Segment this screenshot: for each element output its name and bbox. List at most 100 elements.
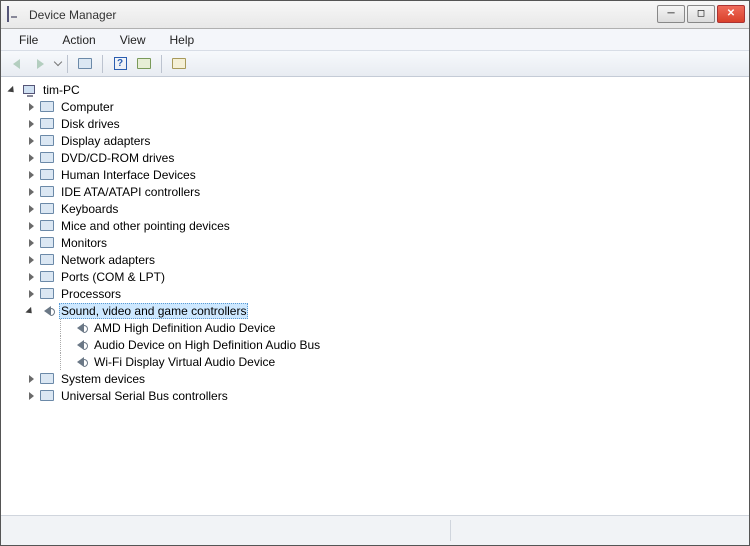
window-title: Device Manager (29, 8, 655, 22)
tree-category[interactable]: Computer (7, 98, 749, 115)
tree-category[interactable]: Ports (COM & LPT) (7, 268, 749, 285)
tree-category[interactable]: Disk drives (7, 115, 749, 132)
tree-category[interactable]: DVD/CD-ROM drives (7, 149, 749, 166)
menu-help[interactable]: Help (160, 31, 205, 49)
expander-icon[interactable] (25, 118, 37, 130)
scan-icon (137, 58, 151, 69)
tree-device-label: AMD High Definition Audio Device (92, 321, 277, 335)
expander-icon[interactable] (25, 186, 37, 198)
computer-icon (21, 82, 37, 98)
category-icon (39, 150, 55, 166)
tree-device-label: Audio Device on High Definition Audio Bu… (92, 338, 322, 352)
category-icon (39, 269, 55, 285)
category-icon (39, 167, 55, 183)
tree-category[interactable]: Human Interface Devices (7, 166, 749, 183)
toolbar: ? (1, 51, 749, 77)
tree-category-label: Universal Serial Bus controllers (59, 389, 230, 403)
speaker-icon (72, 320, 88, 336)
expander-icon[interactable] (25, 135, 37, 147)
maximize-button[interactable]: ◻ (687, 5, 715, 23)
toolbar-separator (67, 55, 68, 73)
expander-icon[interactable] (25, 271, 37, 283)
tree-category-label: Display adapters (59, 134, 152, 148)
arrow-right-icon (37, 59, 44, 69)
title-bar: Device Manager ─ ◻ ✕ (1, 1, 749, 29)
help-icon: ? (114, 57, 127, 70)
tree-category-label: Sound, video and game controllers (59, 303, 248, 319)
tree-category-label: IDE ATA/ATAPI controllers (59, 185, 202, 199)
nav-forward-button[interactable] (29, 53, 51, 75)
tree-category[interactable]: Mice and other pointing devices (7, 217, 749, 234)
category-icon (39, 99, 55, 115)
scan-hardware-button[interactable] (133, 53, 155, 75)
properties-icon (172, 58, 186, 69)
expander-icon[interactable] (25, 169, 37, 181)
expander-icon[interactable] (7, 84, 19, 96)
speaker-icon (72, 354, 88, 370)
device-tree[interactable]: tim-PC Computer Disk drives Display adapte… (1, 77, 749, 510)
expander-icon[interactable] (25, 373, 37, 385)
tree-device[interactable]: Audio Device on High Definition Audio Bu… (7, 336, 749, 353)
expander-icon[interactable] (25, 390, 37, 402)
expander-icon[interactable] (25, 220, 37, 232)
category-icon (39, 371, 55, 387)
tree-category[interactable]: Network adapters (7, 251, 749, 268)
category-icon (39, 286, 55, 302)
tree-category-label: Keyboards (59, 202, 120, 216)
expander-icon[interactable] (25, 101, 37, 113)
category-icon (39, 201, 55, 217)
tree-line (60, 353, 72, 370)
toolbar-separator (102, 55, 103, 73)
tree-category[interactable]: Keyboards (7, 200, 749, 217)
tree-category[interactable]: IDE ATA/ATAPI controllers (7, 183, 749, 200)
tree-category[interactable]: Sound, video and game controllers (7, 302, 749, 319)
speaker-icon (72, 337, 88, 353)
tree-category[interactable]: Monitors (7, 234, 749, 251)
nav-back-button[interactable] (5, 53, 27, 75)
window-controls: ─ ◻ ✕ (655, 5, 745, 25)
show-hidden-button[interactable] (74, 53, 96, 75)
category-icon (39, 184, 55, 200)
tree-root[interactable]: tim-PC (7, 81, 749, 98)
toolbar-separator (161, 55, 162, 73)
app-icon (7, 7, 23, 23)
tree-category-label: DVD/CD-ROM drives (59, 151, 176, 165)
tree-category[interactable]: System devices (7, 370, 749, 387)
minimize-button[interactable]: ─ (657, 5, 685, 23)
nav-dropdown-icon[interactable] (54, 58, 62, 66)
device-icon (78, 58, 92, 69)
menu-action[interactable]: Action (52, 31, 105, 49)
expander-icon[interactable] (25, 254, 37, 266)
tree-category[interactable]: Processors (7, 285, 749, 302)
expander-icon[interactable] (25, 203, 37, 215)
category-icon (39, 116, 55, 132)
expander-icon[interactable] (25, 152, 37, 164)
expander-icon[interactable] (25, 288, 37, 300)
menu-view[interactable]: View (110, 31, 156, 49)
properties-button[interactable] (168, 53, 190, 75)
expander-icon[interactable] (25, 305, 37, 317)
tree-device[interactable]: Wi-Fi Display Virtual Audio Device (7, 353, 749, 370)
category-icon (39, 388, 55, 404)
tree-category-label: Human Interface Devices (59, 168, 198, 182)
tree-category-label: Monitors (59, 236, 109, 250)
help-button[interactable]: ? (109, 53, 131, 75)
category-icon (39, 303, 55, 319)
tree-category-label: System devices (59, 372, 147, 386)
tree-line (60, 319, 72, 336)
menu-file[interactable]: File (9, 31, 48, 49)
tree-device[interactable]: AMD High Definition Audio Device (7, 319, 749, 336)
tree-category[interactable]: Universal Serial Bus controllers (7, 387, 749, 404)
tree-category[interactable]: Display adapters (7, 132, 749, 149)
tree-category-label: Disk drives (59, 117, 122, 131)
close-button[interactable]: ✕ (717, 5, 745, 23)
category-icon (39, 235, 55, 251)
tree-category-label: Computer (59, 100, 116, 114)
tree-category-label: Mice and other pointing devices (59, 219, 232, 233)
tree-category-label: Processors (59, 287, 123, 301)
category-icon (39, 252, 55, 268)
tree-root-label: tim-PC (41, 83, 82, 97)
expander-icon[interactable] (25, 237, 37, 249)
category-icon (39, 133, 55, 149)
tree-device-label: Wi-Fi Display Virtual Audio Device (92, 355, 277, 369)
